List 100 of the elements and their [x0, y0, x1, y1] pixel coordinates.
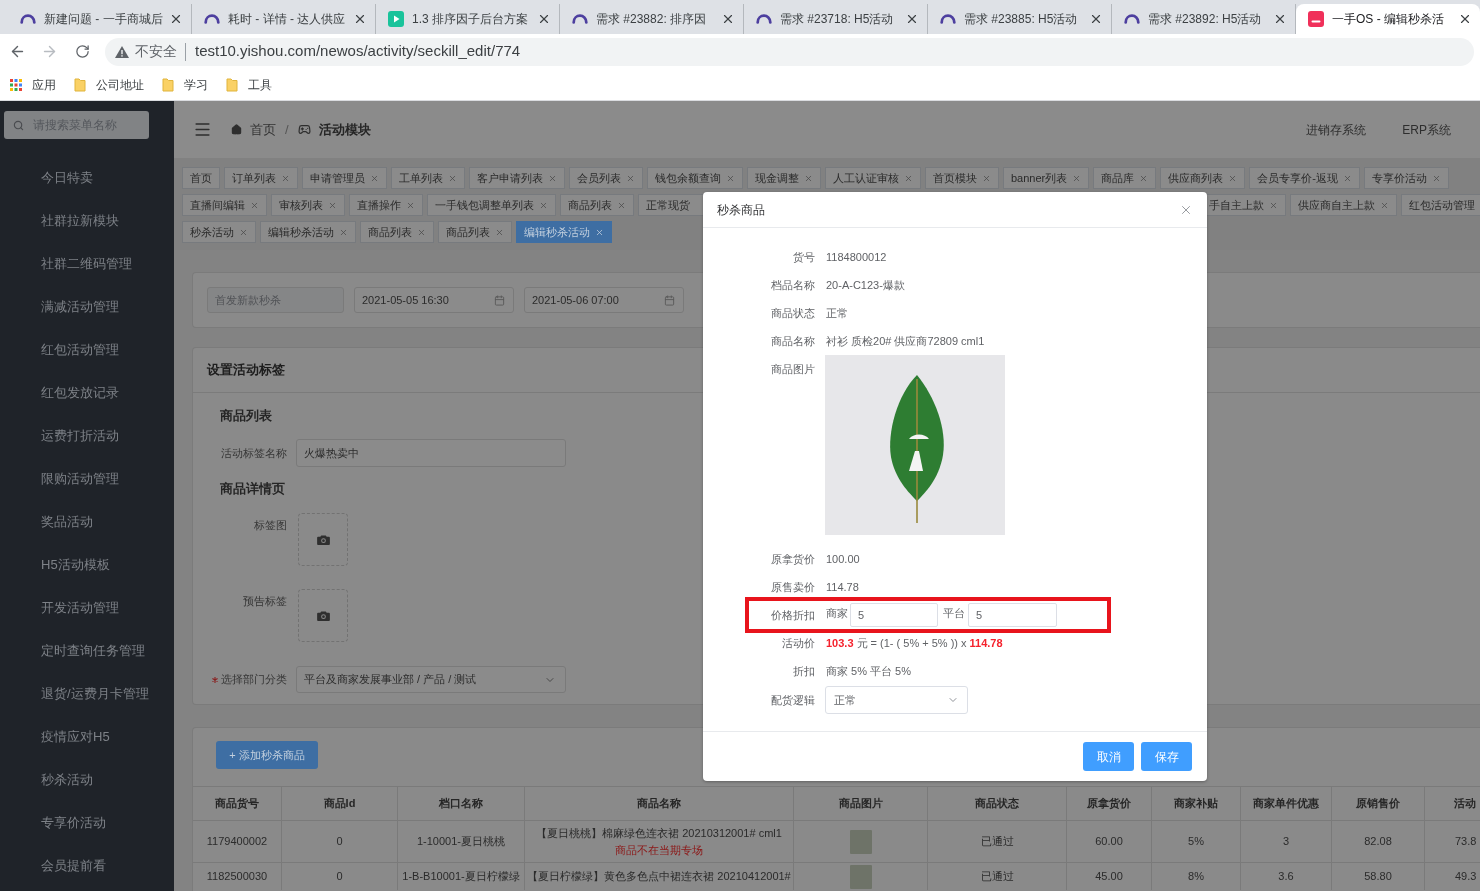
close-icon[interactable] — [905, 12, 919, 26]
tag-tab[interactable]: 会员列表 — [569, 167, 643, 189]
tag-tab[interactable]: 订单列表 — [224, 167, 298, 189]
close-icon[interactable] — [1089, 12, 1103, 26]
sidebar-item[interactable]: 定时查询任务管理 — [0, 629, 174, 672]
tag-tab[interactable]: 首页 — [182, 167, 220, 189]
column-header: 商家补贴 — [1174, 796, 1218, 812]
section-heading: 商品详情页 — [220, 480, 285, 498]
action-button[interactable]: 保存 — [1141, 742, 1192, 771]
sidebar-item[interactable]: 红包活动管理 — [0, 328, 174, 371]
discount-input[interactable]: 5 — [850, 603, 938, 627]
tag-tab[interactable]: 现金调整 — [747, 167, 821, 189]
sidebar-item[interactable]: 开发活动管理 — [0, 586, 174, 629]
column-header: 商家单件优惠 — [1253, 796, 1319, 812]
sidebar-item[interactable]: 会员提前看 — [0, 844, 174, 887]
sidebar-item[interactable]: 限购活动管理 — [0, 457, 174, 500]
tag-tab[interactable]: 人工认证审核 — [825, 167, 921, 189]
tag-tab[interactable]: 工单列表 — [391, 167, 465, 189]
security-label: 不安全 — [135, 42, 177, 61]
table-cell-text: 1-B-B10001-夏日柠檬绿 — [402, 869, 520, 885]
sidebar-item[interactable]: 运费打折活动 — [0, 414, 174, 457]
tag-tab[interactable]: 编辑秒杀活动 — [260, 221, 356, 243]
action-button[interactable]: 取消 — [1083, 742, 1134, 771]
calendar-icon[interactable] — [664, 294, 675, 306]
tag-tab[interactable]: banner列表 — [1003, 167, 1090, 189]
date-field[interactable]: 2021-05-05 16:30 — [354, 287, 514, 313]
tag-tab[interactable]: 一手钱包调整单列表 — [427, 194, 556, 216]
table-cell-text: 73.8 — [1455, 834, 1477, 850]
tag-tab[interactable]: 手自主上款 — [1207, 194, 1286, 216]
tag-tab[interactable]: 商品列表 — [438, 221, 512, 243]
tag-tab[interactable]: 首页模块 — [925, 167, 999, 189]
tag-tab[interactable]: 会员专享价-返现 — [1249, 167, 1360, 189]
sidebar-item[interactable]: 专享价活动 — [0, 801, 174, 844]
sidebar-item[interactable]: H5活动模板 — [0, 543, 174, 586]
folder-icon — [74, 77, 86, 92]
column-header: 商品Id — [323, 796, 356, 812]
field-value: 商家 5% 平台 5% — [826, 663, 911, 679]
header-link[interactable]: 进销存系统 — [1306, 120, 1367, 139]
bookmark[interactable]: 工具 — [226, 75, 272, 94]
tag-tab[interactable]: 商品库 — [1093, 167, 1157, 189]
calendar-icon[interactable] — [494, 294, 505, 306]
breadcrumb-separator: / — [285, 120, 289, 139]
select-field[interactable]: 正常 — [825, 686, 968, 714]
sidebar-item[interactable]: 满减活动管理 — [0, 285, 174, 328]
bookmark[interactable]: 公司地址 — [74, 75, 144, 94]
tag-tab[interactable]: 专享价活动 — [1363, 167, 1449, 189]
tag-tab[interactable]: 秒杀活动 — [182, 221, 256, 243]
bookmark[interactable]: 应用 — [10, 75, 56, 94]
back-icon[interactable] — [9, 43, 26, 60]
arch-icon — [1124, 14, 1140, 24]
close-icon[interactable] — [1273, 12, 1287, 26]
close-icon[interactable] — [169, 12, 183, 26]
tag-tab[interactable]: 编辑秒杀活动 — [516, 221, 612, 243]
browser-tab[interactable]: 一手OS - 编辑秒杀活 — [1296, 4, 1480, 34]
sidebar-item[interactable]: 退货/运费月卡管理 — [0, 672, 174, 715]
table-cell-text: 3 — [1282, 834, 1290, 850]
tag-tab[interactable]: 供应商自主上款 — [1290, 194, 1397, 216]
folder-icon — [162, 77, 174, 92]
address-bar[interactable]: 不安全 test10.yishou.com/newos/activity/seckill_edit/774 — [105, 37, 1474, 66]
sidebar-item[interactable]: 疫情应对H5 — [0, 715, 174, 758]
sidebar-item[interactable]: 秒杀活动 — [0, 758, 174, 801]
input-field[interactable]: 火爆热卖中 — [296, 439, 566, 467]
bookmark[interactable]: 学习 — [162, 75, 208, 94]
tag-tab[interactable]: 客户申请列表 — [469, 167, 565, 189]
sidebar-item[interactable]: 社群拉新模块 — [0, 199, 174, 242]
sidebar-item[interactable]: 奖品活动 — [0, 500, 174, 543]
header-link[interactable]: ERP系统 — [1402, 120, 1451, 139]
sidebar-item[interactable]: 社群二维码管理 — [0, 242, 174, 285]
product-name: 【夏日桃桃】棉麻绿色连衣裙 20210312001# cml1 — [536, 826, 782, 841]
date-field[interactable]: 2021-05-06 07:00 — [524, 287, 684, 313]
select-field[interactable]: 平台及商家发展事业部 / 产品 / 测试 — [296, 666, 566, 693]
discount-input[interactable]: 5 — [968, 603, 1057, 627]
tag-tab[interactable]: 商品列表 — [360, 221, 434, 243]
close-icon[interactable] — [721, 12, 735, 26]
tag-tab[interactable]: 申请管理员 — [302, 167, 387, 189]
add-button[interactable]: + 添加秒杀商品 — [216, 741, 318, 769]
tag-tab[interactable]: 供应商列表 — [1160, 167, 1246, 189]
upload-box[interactable] — [298, 513, 348, 566]
close-icon[interactable] — [353, 12, 367, 26]
photo-placeholder — [849, 864, 872, 889]
tag-tab[interactable]: 正常现货 — [638, 194, 703, 216]
sidebar-item[interactable]: 红包发放记录 — [0, 371, 174, 414]
tag-tab[interactable]: 红包活动管理 — [1401, 194, 1480, 216]
reload-icon[interactable] — [75, 44, 90, 59]
column-header: 商品名称 — [637, 796, 681, 812]
tag-tab[interactable]: 钱包余额查询 — [647, 167, 743, 189]
menu-icon[interactable] — [193, 120, 212, 139]
camera-icon — [316, 610, 330, 621]
close-icon[interactable] — [1458, 12, 1472, 26]
table-cell-text: 45.00 — [1095, 869, 1123, 885]
sidebar-item[interactable]: 今日特卖 — [0, 156, 174, 199]
tag-tab[interactable]: 商品列表 — [560, 194, 634, 216]
tag-tab[interactable]: 直播操作 — [349, 194, 423, 216]
upload-box[interactable] — [298, 589, 348, 642]
tag-tab[interactable]: 直播间编辑 — [182, 194, 267, 216]
warning-icon — [115, 45, 129, 58]
tag-tab[interactable]: 审核列表 — [271, 194, 345, 216]
close-icon[interactable] — [537, 12, 551, 26]
breadcrumb-link[interactable]: 首页 — [250, 119, 276, 140]
arch-icon — [756, 14, 772, 24]
